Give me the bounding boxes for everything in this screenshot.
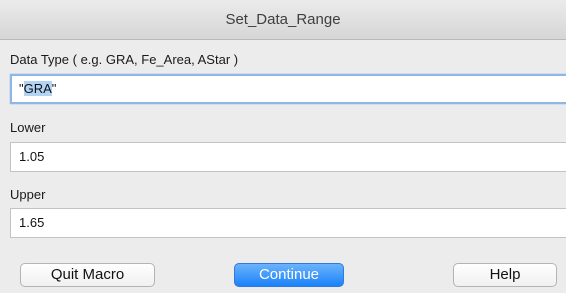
window-titlebar[interactable]: Set_Data_Range [0,0,566,40]
data-type-quote-open: " [19,81,24,96]
lower-label: Lower [10,120,46,135]
upper-input[interactable]: 1.65 [10,208,566,238]
dialog-window: Set_Data_Range Data Type ( e.g. GRA, Fe_… [0,0,566,293]
lower-input[interactable]: 1.05 [10,142,566,172]
upper-label: Upper [10,187,46,202]
data-type-label: Data Type ( e.g. GRA, Fe_Area, AStar ) [10,52,239,67]
window-title: Set_Data_Range [225,11,341,28]
data-type-quote-close: " [51,81,57,96]
help-button[interactable]: Help [453,263,557,287]
data-type-selected-text: GRA [23,81,52,96]
data-type-input[interactable]: "GRA" [10,74,566,104]
continue-button[interactable]: Continue [234,263,344,287]
quit-macro-button[interactable]: Quit Macro [20,263,155,287]
